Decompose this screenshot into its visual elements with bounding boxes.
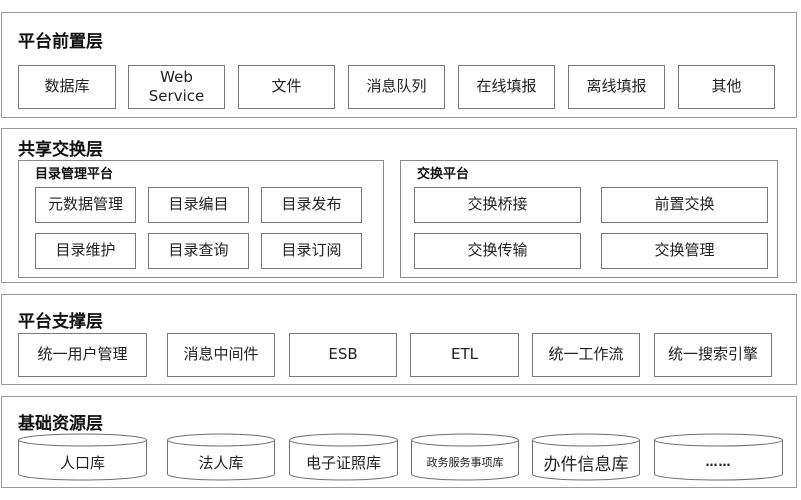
frontend-item-online-fill: 在线填报	[458, 65, 555, 109]
catalog-item-query: 目录查询	[148, 233, 249, 269]
exchange-item-management: 交换管理	[601, 233, 768, 269]
cylinder-label: 人口库	[59, 453, 105, 472]
layer-title: 平台前置层	[18, 32, 103, 52]
resource-db-e-license: 电子证照库	[289, 433, 398, 481]
support-item-esb: ESB	[289, 333, 397, 377]
resource-db-legal-person: 法人库	[167, 433, 275, 481]
resource-db-more: ……	[654, 433, 783, 481]
group-title: 目录管理平台	[35, 167, 114, 182]
frontend-item-web-service: Web Service	[128, 65, 225, 109]
group-title: 交换平台	[417, 167, 470, 182]
catalog-item-maintenance: 目录维护	[35, 233, 136, 269]
layer-title: 共享交换层	[18, 140, 103, 160]
support-item-unified-user-management: 统一用户管理	[18, 333, 147, 377]
support-item-unified-workflow: 统一工作流	[532, 333, 640, 377]
support-item-etl: ETL	[410, 333, 519, 377]
cylinder-label: 法人库	[198, 453, 244, 472]
resource-db-population: 人口库	[18, 433, 147, 481]
cylinder-label: 政务服务事项库	[426, 456, 504, 469]
catalog-item-publish: 目录发布	[261, 187, 362, 223]
cylinder-label: 电子证照库	[305, 453, 381, 472]
layer-title: 平台支撑层	[18, 312, 103, 332]
catalog-item-cataloging: 目录编目	[148, 187, 249, 223]
cylinder-label: 办件信息库	[543, 454, 629, 475]
frontend-item-offline-fill: 离线填报	[568, 65, 665, 109]
frontend-item-database: 数据库	[18, 65, 116, 109]
support-item-message-middleware: 消息中间件	[167, 333, 275, 377]
exchange-item-transmission: 交换传输	[414, 233, 581, 269]
cylinder-label: ……	[705, 455, 732, 469]
frontend-item-message-queue: 消息队列	[348, 65, 445, 109]
resource-db-government-service-items: 政务服务事项库	[411, 433, 519, 481]
exchange-item-bridge: 交换桥接	[414, 187, 581, 223]
web-service-line1: Web	[160, 67, 193, 86]
frontend-item-file: 文件	[238, 65, 335, 109]
support-item-unified-search-engine: 统一搜索引擎	[654, 333, 772, 377]
exchange-item-front-exchange: 前置交换	[601, 187, 768, 223]
frontend-item-other: 其他	[678, 65, 775, 109]
catalog-item-metadata-management: 元数据管理	[35, 187, 136, 223]
layer-title: 基础资源层	[18, 414, 103, 434]
catalog-item-subscribe: 目录订阅	[261, 233, 362, 269]
web-service-line2: Service	[148, 87, 205, 105]
resource-db-case-information: 办件信息库	[532, 433, 640, 481]
